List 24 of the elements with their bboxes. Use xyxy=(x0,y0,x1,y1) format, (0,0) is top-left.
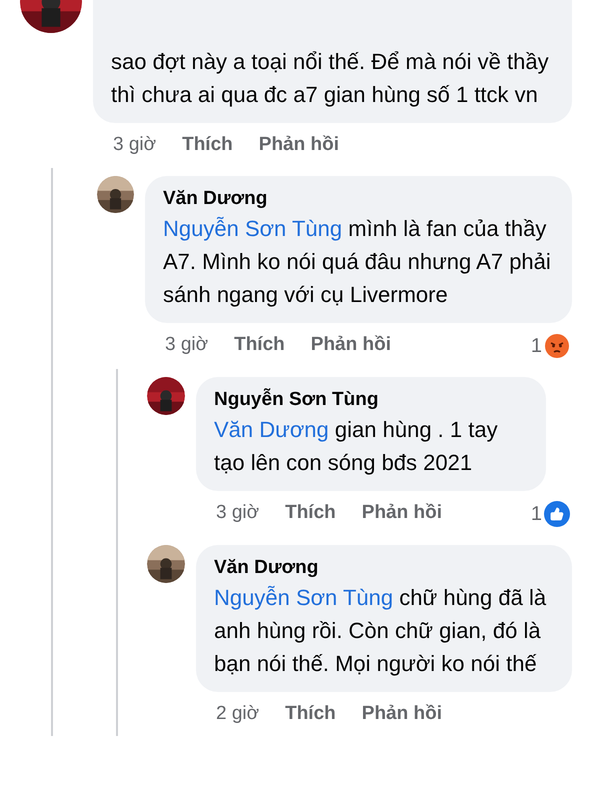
like-link[interactable]: Thích xyxy=(285,700,336,728)
timestamp: 3 giờ xyxy=(165,333,208,358)
reply-link[interactable]: Phản hồi xyxy=(362,700,442,728)
timestamp: 2 giờ xyxy=(216,702,260,726)
reply-link[interactable]: Phản hồi xyxy=(362,499,442,528)
comment-text: Nguyễn Sơn Tùng mình là fan của thầy A7. Mình ko nói quá đâu nhưng A7 phải sánh ngang với cụ Livermore xyxy=(163,214,552,309)
reaction-count: 1 xyxy=(530,334,542,358)
reply-link[interactable]: Phản hồi xyxy=(258,131,339,160)
mention-link[interactable]: Nguyễn Sơn Tùng xyxy=(214,584,394,610)
author-name[interactable]: Văn Dương xyxy=(214,554,554,580)
like-link[interactable]: Thích xyxy=(285,499,336,528)
comment-text: Nguyễn Sơn Tùng chữ hùng đã là anh hùng rồi. Còn chữ gian, đó là bạn nói thế. Mọi người ko nói thế xyxy=(214,584,548,678)
mention-link[interactable]: Nguyễn Sơn Tùng xyxy=(163,216,342,240)
like-link[interactable]: Thích xyxy=(234,331,285,360)
comment-text: sao đợt này a toại nổi thế. Để mà nói về thầy thì chưa ai qua đc a7 gian hùng số 1 ttck vn xyxy=(111,48,550,109)
comment-text: Văn Dương gian hùng . 1 tay tạo lên con sóng bđs 2021 xyxy=(214,416,499,477)
reaction-count: 1 xyxy=(530,502,542,526)
author-name[interactable]: Nguyễn Sơn Tùng xyxy=(214,386,528,412)
timestamp: 3 giờ xyxy=(216,501,260,526)
mention-link[interactable]: Văn Dương xyxy=(214,416,329,442)
author-name[interactable]: Văn Dương xyxy=(163,186,554,212)
like-link[interactable]: Thích xyxy=(182,131,233,160)
timestamp: 3 giờ xyxy=(113,133,156,157)
reply-link[interactable]: Phản hồi xyxy=(310,331,391,360)
